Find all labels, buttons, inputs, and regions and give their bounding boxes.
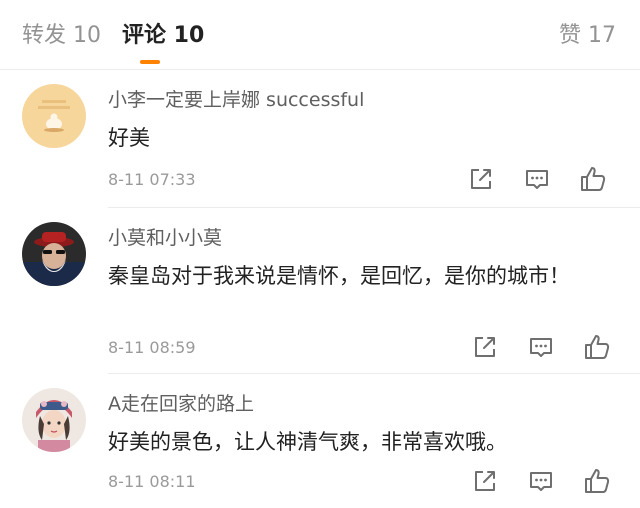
reply-button[interactable] [526,466,556,496]
like-button[interactable] [578,164,608,194]
comment-username[interactable]: 小莫和小小莫 [108,226,222,250]
comment-item: 小李一定要上岸娜 successful 好美 8-11 07:33 [0,70,640,208]
comment-actions [466,164,616,194]
comment-time: 8-11 07:33 [108,170,196,189]
share-icon [475,471,495,491]
share-button[interactable] [470,466,500,496]
comment-username[interactable]: 小李一定要上岸娜 successful [108,88,364,112]
comment-time: 8-11 08:59 [108,338,196,357]
comment-text: 好美的景色，让人神清气爽，非常喜欢哦。 [108,430,507,454]
comment-username[interactable]: A走在回家的路上 [108,392,254,416]
comment-body: 小李一定要上岸娜 successful 好美 8-11 07:33 [108,70,620,208]
thumbs-up-icon [581,167,606,191]
reply-icon [526,170,548,189]
comment-time: 8-11 08:11 [108,472,196,491]
thumbs-up-icon [585,469,610,493]
thumbs-up-icon [585,335,610,359]
comment-item: 小莫和小小莫 秦皇岛对于我来说是情怀，是回忆，是你的城市！ 8-11 08:59 [0,208,640,374]
tab-repost[interactable]: 转发 10 [22,22,101,50]
reply-icon [530,472,552,491]
comment-body: 小莫和小小莫 秦皇岛对于我来说是情怀，是回忆，是你的城市！ 8-11 08:59 [108,208,620,374]
active-tab-indicator [140,60,160,64]
share-icon [471,169,491,189]
tab-comment[interactable]: 评论 10 [122,22,204,50]
like-button[interactable] [582,466,612,496]
comment-item: A走在回家的路上 好美的景色，让人神清气爽，非常喜欢哦。 8-11 08:11 [0,374,640,508]
tab-bar: 转发 10 评论 10 赞 17 [0,0,640,70]
comment-body: A走在回家的路上 好美的景色，让人神清气爽，非常喜欢哦。 8-11 08:11 [108,374,620,508]
reply-icon [530,338,552,357]
avatar-man-hat-icon [22,222,86,286]
comment-text: 秦皇岛对于我来说是情怀，是回忆，是你的城市！ [108,264,570,288]
avatar[interactable] [22,388,86,452]
like-button[interactable] [582,332,612,362]
tab-like[interactable]: 赞 17 [559,22,616,50]
avatar[interactable] [22,222,86,286]
avatar-illustrated-girl-icon [22,388,86,452]
avatar[interactable] [22,84,86,148]
share-button[interactable] [466,164,496,194]
share-button[interactable] [470,332,500,362]
comment-actions [470,466,620,496]
reply-button[interactable] [522,164,552,194]
share-icon [475,337,495,357]
comment-actions [470,332,620,362]
comments-page: 转发 10 评论 10 赞 17 小李一定要上岸娜 successful 好美 … [0,0,640,508]
comment-text: 好美 [108,126,150,150]
avatar-cartoon-icon [22,84,86,148]
reply-button[interactable] [526,332,556,362]
